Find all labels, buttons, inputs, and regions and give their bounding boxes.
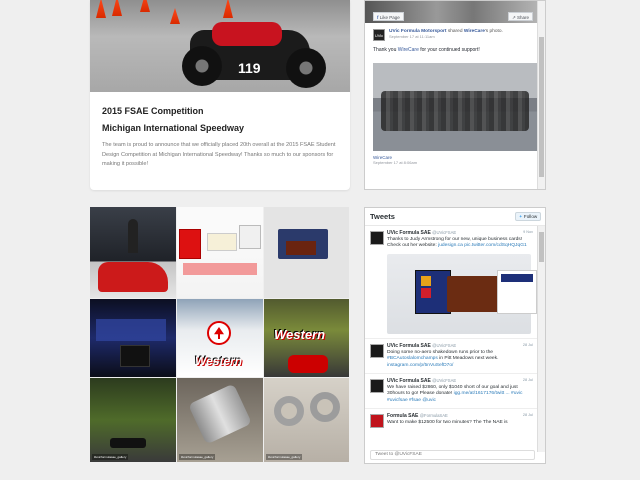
twitter-bird-icon: ✦: [518, 214, 523, 219]
twitter-scrollbar[interactable]: [537, 226, 545, 452]
tweet-author[interactable]: UVic Formula SAE @UVicFSAE: [387, 230, 531, 236]
tweet-mention[interactable]: @uvic: [422, 398, 436, 403]
scrollbar-thumb[interactable]: [539, 37, 544, 177]
booklet: [179, 229, 201, 259]
tweet-text: We have raised $2860, only $1040 short o…: [387, 385, 523, 403]
news-title[interactable]: 2015 FSAE Competition: [102, 106, 338, 116]
box: [239, 225, 261, 249]
post-date[interactable]: September 17 at 11:11am: [389, 34, 503, 39]
traffic-cone-icon: [170, 8, 180, 24]
tweet-time[interactable]: 28 Jul: [523, 413, 533, 417]
tweet[interactable]: 9 Nov UVic Formula SAE @UVicFSAE Thanks …: [365, 226, 545, 339]
facebook-cover-photo: f Like Page ↗ Share: [365, 1, 545, 23]
gallery-photo[interactable]: [264, 207, 349, 298]
avatar[interactable]: [370, 231, 384, 245]
flyer: [183, 263, 257, 275]
share-icon: ↗: [511, 15, 516, 20]
twitter-header: Tweets ✦ Follow: [365, 208, 545, 226]
team-group: [381, 91, 529, 131]
photo-watermark: #uvicformulasae_gallery: [92, 454, 129, 460]
race-car-bodywork: [212, 22, 282, 46]
tweet-hashtag[interactable]: #BCAutoslalomchamps: [387, 356, 438, 361]
tweet-time[interactable]: 28 Jul: [523, 378, 533, 382]
sim-seat: [120, 345, 150, 367]
traffic-cone-icon: [223, 0, 233, 18]
tweet-text: Want to make $12500 for two minutes? The…: [387, 420, 508, 426]
wirecare-link[interactable]: WireCare: [398, 47, 419, 53]
photo-watermark: #uvicformulasae_gallery: [179, 454, 216, 460]
photo-gallery: Western Western #uvicformulasae_gallery …: [90, 207, 349, 464]
gallery-photo[interactable]: [90, 299, 176, 377]
machined-part: [188, 383, 252, 445]
tweet[interactable]: 28 Jul Formula SAE @FormulaSAE Want to m…: [365, 409, 545, 430]
facebook-widget: f Like Page ↗ Share UVic UVic Formula Mo…: [364, 0, 546, 190]
news-text: The team is proud to announce that we of…: [102, 142, 336, 167]
gallery-photo[interactable]: #uvicformulasae_gallery: [177, 378, 263, 462]
tweet[interactable]: 28 Jul UVic Formula SAE @UVicFSAE Doing …: [365, 339, 545, 375]
gallery-photo[interactable]: #uvicformulasae_gallery: [264, 378, 349, 462]
wheel-hub: [310, 392, 340, 422]
page-avatar[interactable]: UVic: [373, 29, 385, 41]
business-card: [207, 233, 237, 251]
race-car: [98, 262, 168, 292]
traffic-cone-icon: [140, 0, 150, 12]
post-message: Thank you WireCare for your continued su…: [373, 47, 480, 53]
tweet-compose-field[interactable]: Tweet to @UVicFSAE: [370, 450, 535, 460]
avatar[interactable]: [370, 379, 384, 394]
gallery-photo[interactable]: [177, 207, 263, 298]
traffic-cone-icon: [96, 0, 106, 18]
facebook-scrollbar[interactable]: [537, 1, 545, 189]
wheel-icon: [182, 46, 222, 86]
tweet-author[interactable]: UVic Formula SAE @UVicFSAE: [387, 378, 531, 384]
avatar[interactable]: [370, 343, 384, 358]
wheel-hub: [274, 396, 304, 426]
western-speedway-logo: Western: [274, 327, 326, 342]
sim-screen: [96, 319, 166, 341]
avatar[interactable]: [370, 414, 384, 429]
tweet-photo[interactable]: [387, 253, 537, 334]
tweets-title[interactable]: Tweets: [370, 212, 395, 221]
tweet-time[interactable]: 9 Nov: [523, 230, 533, 234]
twitter-widget: Tweets ✦ Follow 9 Nov UVic Formula SAE @…: [364, 207, 546, 464]
like-page-button[interactable]: f Like Page: [373, 12, 404, 21]
follow-button[interactable]: ✦ Follow: [515, 212, 541, 221]
wood-block: [447, 275, 503, 312]
gallery-photo[interactable]: #uvicformulasae_gallery: [90, 378, 176, 462]
facebook-logo-icon: f: [377, 15, 379, 20]
tweet-link[interactable]: instagram.com/p/5nVuSefD7o/: [387, 363, 453, 368]
wheel-icon: [286, 48, 326, 88]
facebook-post: UVic UVic Formula Motorsport shared Wire…: [365, 23, 545, 171]
gallery-photo[interactable]: Western: [264, 299, 349, 377]
western-speedway-logo: Western: [195, 354, 243, 368]
photo-caption-date: September 17 at 8:06am: [373, 160, 418, 165]
gallery-photo[interactable]: Western: [177, 299, 263, 377]
tweet-link[interactable]: judesign.ca: [438, 243, 463, 248]
news-card: 119 2015 FSAE Competition Michigan Inter…: [90, 0, 350, 190]
share-button[interactable]: ↗ Share: [507, 12, 533, 21]
person: [128, 219, 138, 253]
team-photo[interactable]: [373, 63, 537, 151]
tweet-author[interactable]: UVic Formula SAE @UVicFSAE: [387, 343, 531, 349]
car-number: 119: [238, 60, 261, 76]
traffic-cone-icon: [112, 0, 122, 16]
tweet-pic-link[interactable]: pic.twitter.com/cdSqHQJqG1: [464, 243, 527, 248]
tweet-link[interactable]: igg.me/at/1617176/twitt ...: [454, 391, 510, 396]
photo-watermark: #uvicformulasae_gallery: [266, 454, 303, 460]
race-car: [110, 438, 146, 448]
tweet-time[interactable]: 28 Jul: [523, 343, 533, 347]
race-car-photo[interactable]: 119: [90, 0, 350, 92]
tweet-author[interactable]: Formula SAE @FormulaSAE: [387, 413, 531, 419]
tweet-text: Thanks to Judy Armstrong for our new, un…: [387, 237, 527, 249]
tweet-text: Doing some no-aero shakedown runs prior …: [387, 349, 499, 368]
tweet[interactable]: 28 Jul UVic Formula SAE @UVicFSAE We hav…: [365, 374, 545, 410]
race-car: [288, 355, 328, 373]
gallery-photo[interactable]: [90, 207, 176, 298]
scrollbar-thumb[interactable]: [539, 232, 544, 262]
wood-block: [286, 241, 316, 255]
news-subtitle: Michigan International Speedway: [102, 123, 245, 133]
